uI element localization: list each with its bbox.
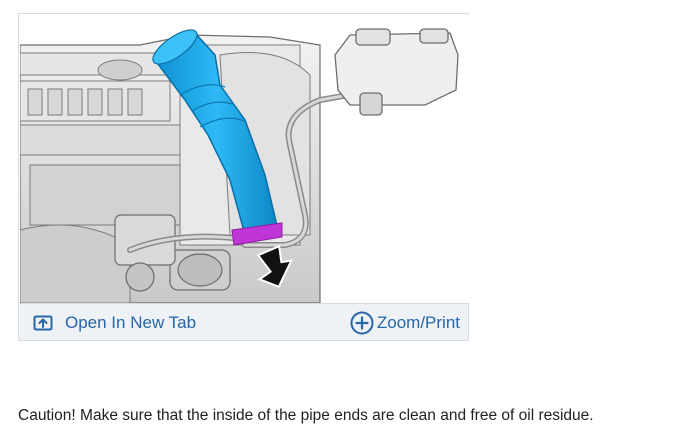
- open-in-new-tab-icon: [33, 313, 53, 333]
- engine-illustration: [20, 15, 469, 303]
- zoom-print-label: Zoom/Print: [376, 312, 460, 332]
- open-in-new-tab-link[interactable]: Open In New Tab: [33, 304, 196, 341]
- zoom-print-link[interactable]: Zoom/Print: [350, 304, 460, 341]
- caution-text: Caution! Make sure that the inside of th…: [18, 407, 594, 424]
- figure-container: Open In New Tab Zoom/Print: [18, 13, 469, 341]
- figure-toolbar: Open In New Tab Zoom/Print: [19, 303, 468, 340]
- open-in-new-tab-label: Open In New Tab: [65, 312, 197, 332]
- plus-circle-icon: [350, 311, 374, 335]
